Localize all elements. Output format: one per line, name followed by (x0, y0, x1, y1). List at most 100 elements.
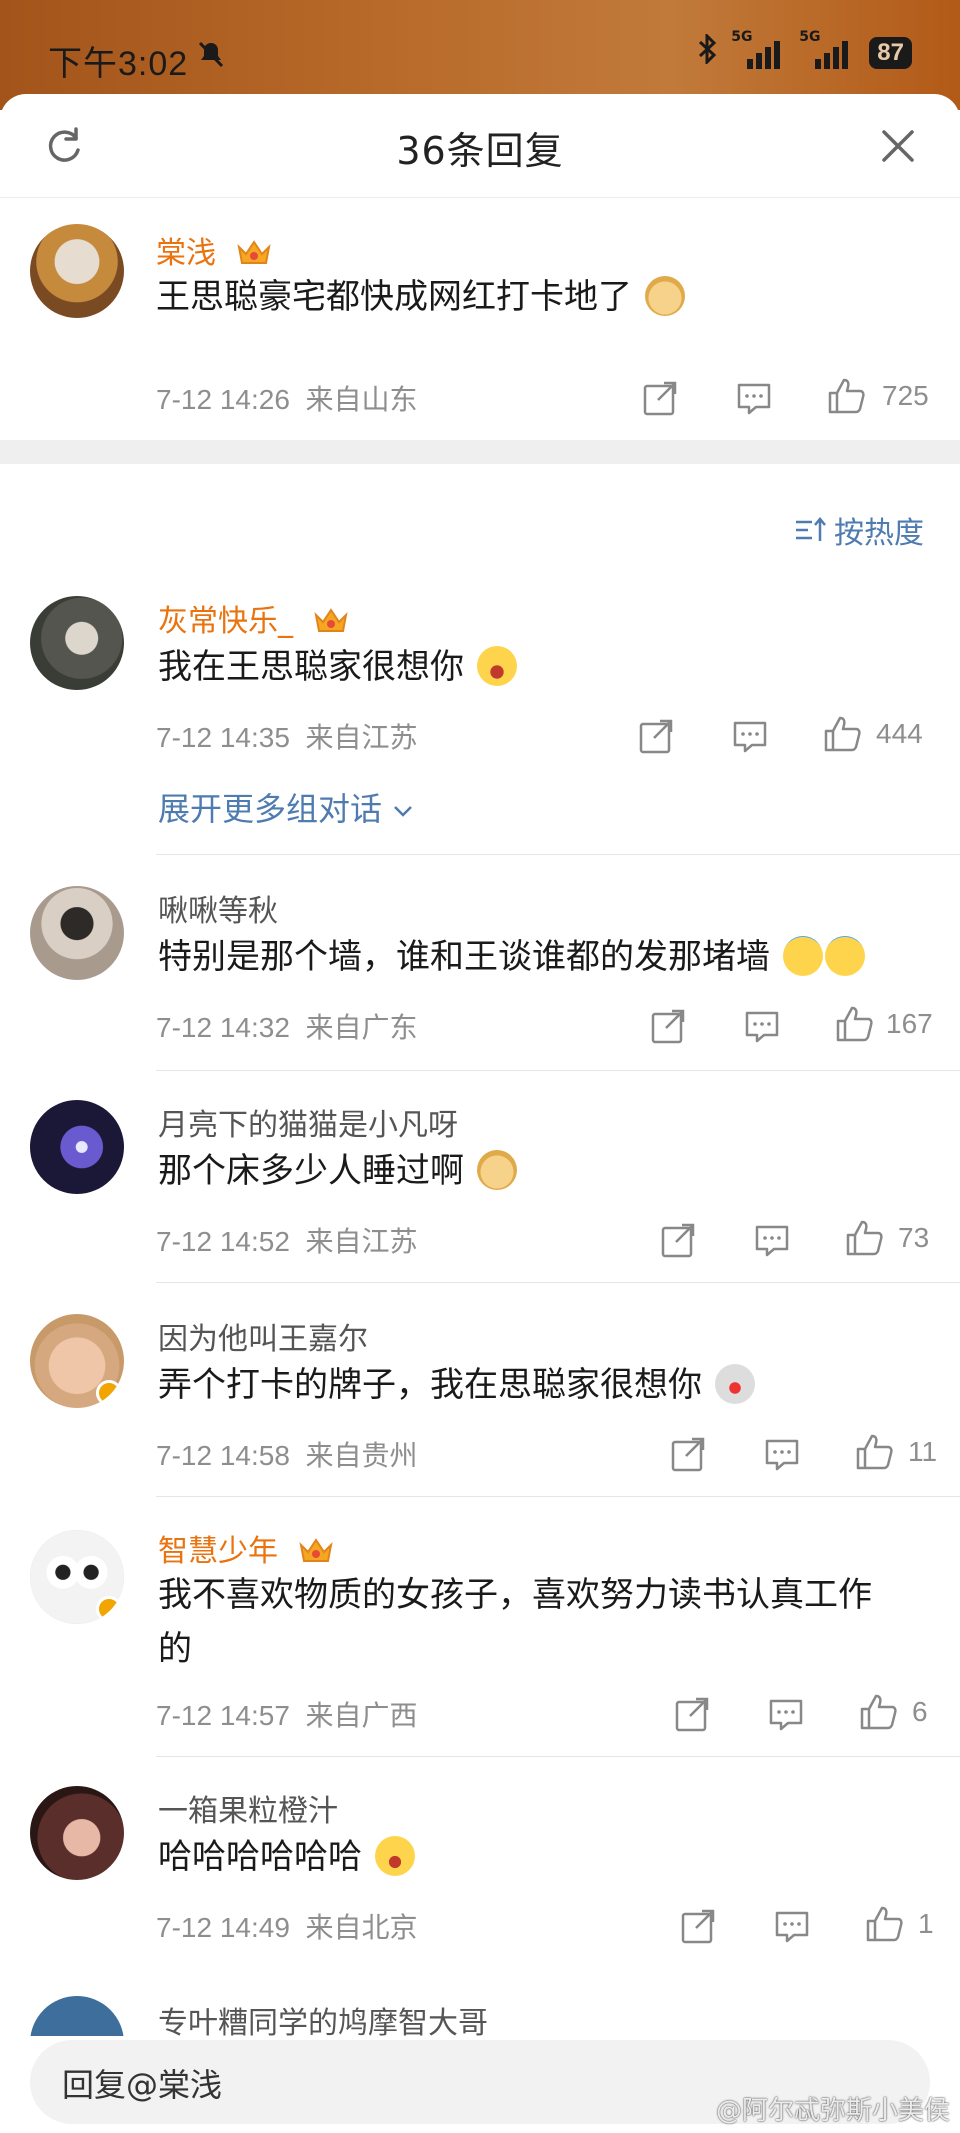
reply-like-count: 73 (898, 1222, 930, 1253)
reply-text: 弄个打卡的牌子，我在思聪家很想你 (158, 1358, 755, 1412)
root-comment-meta: 7-12 14:26 来自山东 (156, 378, 417, 418)
reply-time: 7-12 14:52 (156, 1226, 290, 1257)
crying-laugh-emoji-icon (824, 936, 865, 976)
reply-username-text[interactable]: 灰常快乐_ (158, 604, 293, 639)
reply-meta: 7-12 14:52 来自江苏 (156, 1220, 417, 1260)
comment-icon[interactable] (772, 1906, 812, 1946)
reply-username-text[interactable]: 智慧少年 (158, 1534, 278, 1569)
reply-like-count: 167 (886, 1008, 933, 1039)
sort-label[interactable]: 按热度 (834, 508, 924, 552)
shocked-emoji-icon (714, 1364, 755, 1404)
status-indicators: 5G 5G 87 (697, 29, 912, 72)
reply-username[interactable]: 灰常快乐_ (158, 596, 349, 640)
reply-body: 哈哈哈哈哈哈 (158, 1837, 362, 1877)
reply-location: 来自贵州 (305, 1440, 418, 1471)
expand-label[interactable]: 展开更多组对话 (158, 790, 382, 828)
share-icon[interactable] (658, 1220, 698, 1260)
reply-username[interactable]: 因为他叫王嘉尔 (158, 1314, 368, 1358)
reply-text: 哈哈哈哈哈哈 (158, 1830, 415, 1884)
share-icon[interactable] (668, 1434, 708, 1474)
divider (156, 1282, 960, 1283)
divider (156, 1756, 960, 1757)
verified-badge-icon (96, 1596, 122, 1622)
reply-time: 7-12 14:49 (156, 1912, 290, 1943)
reply-text: 那个床多少人睡过啊 (158, 1144, 517, 1198)
reply-body-line2: 的 (158, 1629, 192, 1669)
reply-username[interactable]: 月亮下的猫猫是小凡呀 (158, 1100, 458, 1144)
comment-icon[interactable] (730, 716, 770, 756)
thumbs-up-icon[interactable] (822, 714, 862, 754)
sort-button[interactable]: 按热度 (794, 508, 924, 552)
thumbs-up-icon[interactable] (826, 376, 866, 416)
expand-more-link[interactable]: 展开更多组对话 (158, 784, 414, 830)
share-icon[interactable] (672, 1694, 712, 1734)
reply-location: 来自广西 (305, 1700, 418, 1731)
reply-like-count: 6 (912, 1696, 928, 1727)
share-icon[interactable] (640, 378, 680, 418)
comment-icon[interactable] (766, 1694, 806, 1734)
reply-username[interactable]: 一箱果粒橙汁 (158, 1786, 338, 1830)
thumbs-up-icon[interactable] (834, 1004, 874, 1044)
reply-meta: 7-12 14:32 来自广东 (156, 1006, 417, 1046)
root-comment-text: 王思聪豪宅都快成网红打卡地了 (156, 270, 685, 324)
thumbs-up-icon[interactable] (844, 1218, 884, 1258)
reply-location: 来自北京 (305, 1912, 418, 1943)
root-username-text[interactable]: 棠浅 (156, 236, 216, 271)
reply-body: 特别是那个墙，谁和王谈谁都的发那堵墙 (158, 937, 770, 977)
reply-meta: 7-12 14:57 来自广西 (156, 1694, 417, 1734)
root-username[interactable]: 棠浅 (156, 228, 272, 272)
laughing-emoji-icon (476, 646, 517, 686)
reply-location: 来自江苏 (305, 1226, 418, 1257)
status-time: 下午3:02 (48, 45, 189, 83)
comment-icon[interactable] (742, 1006, 782, 1046)
reply-5-meta-cover (0, 1896, 960, 1992)
reply-time: 7-12 14:58 (156, 1440, 290, 1471)
avatar[interactable] (30, 1314, 124, 1408)
avatar[interactable] (30, 1100, 124, 1194)
comment-icon[interactable] (762, 1434, 802, 1474)
thumbs-up-icon[interactable] (864, 1904, 904, 1944)
thumbs-up-icon[interactable] (854, 1432, 894, 1472)
crown-icon (236, 240, 271, 264)
reply-location: 来自广东 (305, 1012, 418, 1043)
network-label-1: 5G (731, 29, 753, 45)
doge-emoji-icon (644, 276, 685, 316)
close-icon[interactable] (876, 124, 920, 168)
laughing-tears-emoji-icon (374, 1836, 415, 1876)
reply-body: 那个床多少人睡过啊 (158, 1151, 464, 1191)
reply-like-count: 1 (918, 1908, 934, 1939)
reply-text: 特别是那个墙，谁和王谈谁都的发那堵墙 (158, 930, 865, 984)
share-icon[interactable] (678, 1906, 718, 1946)
reply-username[interactable]: 智慧少年 (158, 1526, 334, 1570)
network-label-2: 5G (799, 29, 821, 45)
bluetooth-icon (697, 32, 719, 72)
avatar[interactable] (30, 886, 124, 980)
reply-location: 来自江苏 (305, 722, 418, 753)
share-icon[interactable] (636, 716, 676, 756)
reply-meta: 7-12 14:58 来自贵州 (156, 1434, 417, 1474)
root-comment-location: 来自山东 (305, 384, 418, 415)
avatar[interactable] (30, 596, 124, 690)
reply-body-line1: 我不喜欢物质的女孩子，喜欢努力读书认真工作 (158, 1575, 872, 1615)
reply-meta: 7-12 14:35 来自江苏 (156, 716, 417, 756)
reply-username[interactable]: 啾啾等秋 (158, 886, 278, 930)
reply-like-count: 11 (908, 1436, 938, 1467)
reply-like-count: 444 (876, 718, 923, 749)
root-comment-body: 王思聪豪宅都快成网红打卡地了 (156, 277, 632, 317)
verified-badge-icon (96, 1380, 122, 1406)
reply-text: 我在王思聪家很想你 (158, 640, 517, 694)
root-like-count: 725 (882, 380, 929, 411)
reply-body: 弄个打卡的牌子，我在思聪家很想你 (158, 1365, 702, 1405)
sheet-title: 36条回复 (396, 129, 564, 173)
divider (156, 1496, 960, 1497)
avatar[interactable] (30, 1530, 124, 1624)
thumbs-up-icon[interactable] (858, 1692, 898, 1732)
comment-icon[interactable] (752, 1220, 792, 1260)
divider (156, 1070, 960, 1071)
reply-input-placeholder[interactable]: 回复@棠浅 (62, 2060, 222, 2106)
share-icon[interactable] (648, 1006, 688, 1046)
avatar[interactable] (30, 1786, 124, 1880)
avatar[interactable] (30, 224, 124, 318)
section-divider (0, 440, 960, 464)
comment-icon[interactable] (734, 378, 774, 418)
